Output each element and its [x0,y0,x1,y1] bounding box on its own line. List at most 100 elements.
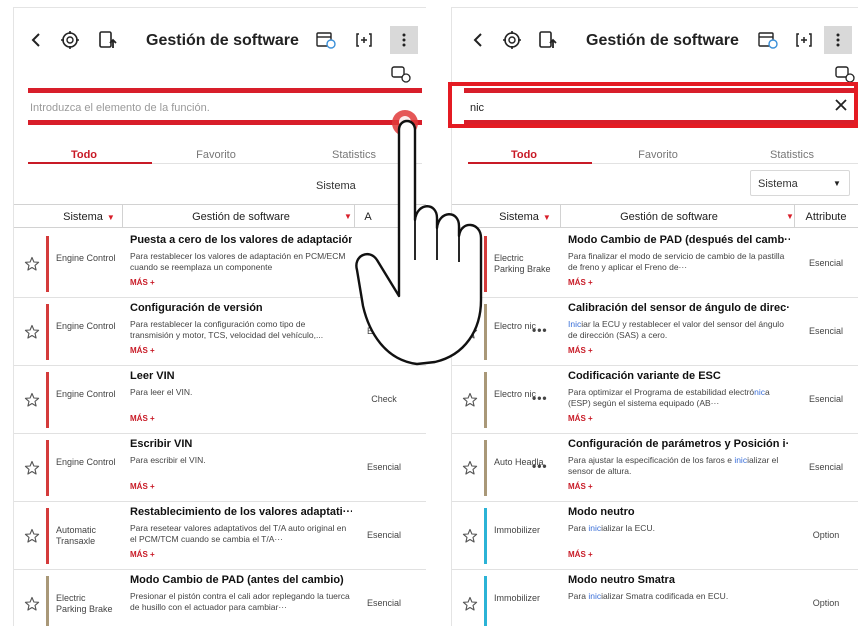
function-title[interactable]: Codificación variante de ESC [568,370,790,382]
col-attribute[interactable]: Attribute [798,211,854,223]
table-row[interactable]: Engine Control Escribir VIN Para escribir … [14,434,426,502]
sort-arrow-icon[interactable]: ▼ [344,212,352,221]
add-bracket-icon[interactable] [790,26,818,54]
function-title[interactable]: Configuración de parámetros y Posición i… [568,438,790,450]
more-link[interactable]: MÁS + [130,346,155,355]
function-title[interactable]: Modo neutro [568,506,790,518]
diagnostic-gear-icon[interactable] [56,26,84,54]
favorite-star-icon[interactable] [24,528,40,544]
calendar-settings-icon[interactable] [312,26,340,54]
col-sep [122,205,123,227]
diagnostic-gear-icon[interactable] [498,26,526,54]
table-row[interactable]: Electric Parking Brake Modo Cambio de PAD… [452,230,858,298]
table-row[interactable]: Auto Headla ••• Configuración de parámetro… [452,434,858,502]
function-title[interactable]: Leer VIN [130,370,352,382]
back-arrow-icon[interactable] [22,26,50,54]
tab-todo[interactable]: Todo [34,149,134,161]
more-link[interactable]: MÁS + [568,550,593,559]
tab-statistics[interactable]: Statistics [742,149,842,161]
more-dots-icon[interactable]: ••• [532,391,548,405]
search-input[interactable] [30,100,390,116]
more-link[interactable]: MÁS + [130,414,155,423]
col-sep [560,205,561,227]
function-title[interactable]: Modo Cambio de PAD (antes del cambio) [130,574,352,586]
more-menu-icon[interactable] [824,26,852,54]
description-part: ializar Smatra codificada en ECU. [601,591,729,601]
system-name: Electric Parking Brake [56,593,113,614]
function-title[interactable]: Modo neutro Smatra [568,574,790,586]
vehicle-sync-icon[interactable] [390,64,412,84]
more-dots-icon[interactable]: ••• [532,323,548,337]
favorite-star-icon[interactable] [462,596,478,612]
calendar-settings-icon[interactable] [754,26,782,54]
category-color-bar [46,304,49,360]
description-part: inic [734,455,748,465]
function-description: Presionar el pistón contra el cali ador … [130,591,350,612]
col-gestion[interactable]: Gestión de software [564,211,774,223]
table-row[interactable]: Electro nic ••• Codificación variante de E… [452,366,858,434]
app-header: Gestión de software [452,18,858,62]
system-filter[interactable]: Sistema [316,180,356,192]
add-bracket-icon[interactable] [350,26,378,54]
function-description: Para inicializar Smatra codificada en EC… [568,591,788,614]
more-link[interactable]: MÁS + [568,414,593,423]
function-title[interactable]: Puesta a cero de los valores de adaptaci… [130,234,352,246]
tab-favorito[interactable]: Favorito [166,149,266,161]
category-color-bar [484,508,487,564]
tab-favorito[interactable]: Favorito [608,149,708,161]
table-row[interactable]: Automatic Transaxle Restablecimiento de l… [14,502,426,570]
system-name: Automatic Transaxle [56,525,97,546]
favorite-star-icon[interactable] [24,596,40,612]
more-link[interactable]: MÁS + [130,550,155,559]
sort-arrow-icon[interactable]: ▼ [786,212,794,221]
table-row[interactable]: Electro nic ••• Calibración del sensor de … [452,298,858,366]
category-color-bar [46,576,49,626]
favorite-star-icon[interactable] [462,460,478,476]
system-name: Engine Control [56,457,116,467]
category-color-bar [484,576,487,626]
vehicle-sync-icon[interactable] [834,64,856,84]
description-part: inic [588,591,602,601]
function-title[interactable]: Modo Cambio de PAD (después del camb··· [568,234,790,246]
description-part: Inic [568,319,582,329]
function-description: Para ajustar la especificación de los fa… [568,455,788,478]
table-row[interactable]: Engine Control Leer VIN Para leer el VIN. M… [14,366,426,434]
table-row[interactable]: Immobilizer Modo neutro Para inicializar l… [452,502,858,570]
function-description: Para restablecer los valores de adaptaci… [130,251,346,272]
table-row[interactable]: Immobilizer Modo neutro Smatra Para inicia… [452,570,858,626]
col-sistema[interactable]: Sistema ▼ [54,211,124,223]
favorite-star-icon[interactable] [24,324,40,340]
system-name: Engine Control [56,321,116,331]
function-title[interactable]: Calibración del sensor de ángulo de dire… [568,302,790,314]
more-link[interactable]: MÁS + [568,278,593,287]
col-gestion[interactable]: Gestión de software [126,211,356,223]
active-tab-underline [28,162,152,164]
function-title[interactable]: Escribir VIN [130,438,352,450]
col-sistema[interactable]: Sistema ▼ [488,211,562,223]
favorite-star-icon[interactable] [24,392,40,408]
favorite-star-icon[interactable] [24,460,40,476]
more-link[interactable]: MÁS + [568,346,593,355]
attribute-value: Esencial [808,394,844,404]
more-link[interactable]: MÁS + [130,278,155,287]
attribute-value: Esencial [366,530,402,540]
function-title[interactable]: Restablecimiento de los valores adaptati… [130,506,352,518]
favorite-star-icon[interactable] [24,256,40,272]
favorite-star-icon[interactable] [462,528,478,544]
back-arrow-icon[interactable] [464,26,492,54]
table-row[interactable]: Electric Parking Brake Modo Cambio de PAD… [14,570,426,626]
more-menu-icon[interactable] [390,26,418,54]
attribute-value: Esencial [366,598,402,608]
system-name: Engine Control [56,253,116,263]
page-title: Gestión de software [586,32,739,49]
function-title[interactable]: Configuración de versión [130,302,352,314]
favorite-star-icon[interactable] [462,392,478,408]
vehicle-upload-icon[interactable] [534,26,562,54]
more-link[interactable]: MÁS + [568,482,593,491]
system-name: Immobilizer [494,525,541,535]
more-link[interactable]: MÁS + [130,482,155,491]
vehicle-upload-icon[interactable] [94,26,122,54]
category-color-bar [46,372,49,428]
more-dots-icon[interactable]: ••• [532,459,548,473]
description-part: Para [568,523,589,533]
